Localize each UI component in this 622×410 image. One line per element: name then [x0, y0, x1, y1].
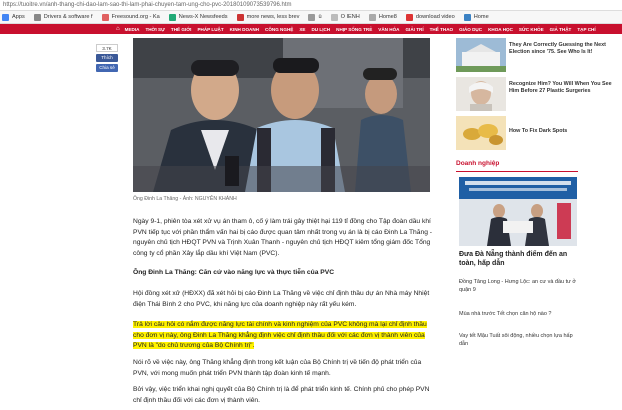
article-paragraph-4: Nói rõ về việc này, ông Thăng khẳng định…: [133, 359, 422, 377]
bookmark-apps[interactable]: Apps: [2, 13, 25, 21]
ceremony-image: [459, 177, 577, 246]
article-photo: [133, 38, 430, 192]
sidebar-link-2[interactable]: Mùa nhà trước Tết chọn căn hộ nào ?: [459, 311, 583, 319]
nav-item-giai-tri[interactable]: GIẢI TRÍ: [405, 27, 423, 32]
site-icon: [101, 13, 109, 21]
ad-title: They Are Correctly Guessing the Next Ele…: [509, 42, 606, 55]
nav-item-xe[interactable]: XE: [299, 27, 305, 32]
bookmark-download-video[interactable]: download video: [405, 13, 455, 21]
site-icon: [463, 13, 471, 21]
article-paragraph-1: Ngày 9-1, phiên tòa xét xử vụ án tham ô,…: [133, 218, 433, 258]
photo-caption: Ông Đinh La Thăng - Ảnh: NGUYỄN KHÁNH: [133, 196, 237, 202]
nav-item-nhip-song-tre[interactable]: NHỊP SỐNG TRẺ: [336, 27, 372, 32]
jewelry-image: [456, 116, 506, 150]
bookmark-more-news[interactable]: more news, less brev: [236, 13, 299, 21]
site-icon: [308, 13, 316, 21]
ad-item-dark-spots[interactable]: How To Fix Dark Spots: [456, 116, 622, 152]
share-button[interactable]: Chia sẻ: [96, 64, 118, 72]
bookmark-freesound[interactable]: Freesound.org - Ka: [101, 13, 160, 21]
bookmark-drivers[interactable]: Drivers & software f: [33, 13, 93, 21]
nav-item-du-lich[interactable]: DU LỊCH: [311, 27, 330, 32]
nav-item-cong-nghe[interactable]: CÔNG NGHỆ: [265, 27, 293, 32]
portrait-image: [456, 77, 506, 111]
article-subheading: Ông Đinh La Thăng: Căn cứ vào năng lực v…: [133, 269, 335, 276]
share-count: 3.7K: [96, 44, 118, 52]
bookmark-home8[interactable]: Home8: [368, 13, 397, 21]
site-icon: [405, 13, 413, 21]
apps-icon: [2, 13, 9, 21]
bookmark-home[interactable]: Home: [463, 13, 489, 21]
ad-thumbnail: [456, 77, 506, 111]
nav-item-van-hoa[interactable]: VĂN HÓA: [378, 27, 399, 32]
nav-item-giao-duc[interactable]: GIÁO DỤC: [459, 27, 482, 32]
section-title[interactable]: Doanh nghiệp: [456, 160, 499, 167]
bookmark-news-x[interactable]: News-X Newsfeeds: [168, 13, 228, 21]
ad-item-surgery[interactable]: Recognize Him? You Will When You See Him…: [456, 77, 622, 113]
share-box: 3.7K Thích Chia sẻ: [96, 44, 118, 74]
ad-title: How To Fix Dark Spots: [509, 128, 568, 134]
nav-item-kinh-doanh[interactable]: KINH DOANH: [230, 27, 259, 32]
ad-thumbnail: [456, 116, 506, 150]
nav-item-gia-that[interactable]: GIẢ THẬT: [550, 27, 572, 32]
article-paragraph-5: Bởi vậy, việc triển khai nghị quyết của …: [133, 386, 430, 404]
site-icon: [236, 13, 244, 21]
home-icon[interactable]: ⌂: [116, 26, 120, 32]
article-paragraph-3: Trả lời câu hỏi có nắm được năng lực tài…: [133, 320, 433, 352]
nav-item-tap-chi[interactable]: TẠP CHÍ: [577, 27, 595, 32]
main-nav: ⌂ MEDIA THỜI SỰ THẾ GIỚI PHÁP LUẬT KINH …: [0, 24, 622, 34]
site-icon: [33, 13, 41, 21]
nav-item-media[interactable]: MEDIA: [125, 27, 140, 32]
courtroom-photo: [133, 38, 430, 192]
bookmark-oienh[interactable]: O IENH: [330, 13, 360, 21]
bookmarks-bar: Apps Drivers & software f Freesound.org …: [0, 11, 622, 24]
bookmark-u[interactable]: ü: [308, 13, 322, 21]
white-house-image: [456, 38, 506, 72]
ad-thumbnail: [456, 38, 506, 72]
address-text: https://tuoitre.vn/anh-thang-chi-dao-lam…: [3, 2, 292, 8]
nav-item-the-gioi[interactable]: THẾ GIỚI: [171, 27, 192, 32]
nav-item-phap-luat[interactable]: PHÁP LUẬT: [197, 27, 223, 32]
site-icon: [168, 13, 176, 21]
ad-item-election[interactable]: They Are Correctly Guessing the Next Ele…: [456, 38, 622, 74]
nav-item-suc-khoe[interactable]: SỨC KHỎE: [519, 27, 544, 32]
sidebar-headline[interactable]: Đưa Đà Nẵng thành điểm đến an toàn, hấp …: [459, 250, 581, 268]
sidebar-link-1[interactable]: Đồng Tâng Long - Hưng Lộc: an cư và đầu …: [459, 279, 583, 295]
article-paragraph-2: Hội đồng xét xử (HĐXX) đã xét hỏi bị cáo…: [133, 290, 430, 308]
address-bar[interactable]: https://tuoitre.vn/anh-thang-chi-dao-lam…: [0, 0, 622, 11]
section-divider: [456, 171, 578, 172]
nav-item-the-thao[interactable]: THỂ THAO: [430, 27, 453, 32]
site-icon: [330, 13, 338, 21]
sidebar-link-3[interactable]: Vay tết Mậu Tuất sôi động, nhiều chọn lự…: [459, 333, 583, 349]
ad-title: Recognize Him? You Will When You See Him…: [509, 81, 612, 94]
highlighted-text: Trả lời câu hỏi có nắm được năng lực tài…: [133, 321, 427, 350]
sidebar-photo[interactable]: [459, 177, 577, 246]
like-button[interactable]: Thích: [96, 54, 118, 62]
nav-item-thoi-su[interactable]: THỜI SỰ: [145, 27, 164, 32]
site-icon: [368, 13, 376, 21]
nav-item-khoa-hoc[interactable]: KHOA HỌC: [488, 27, 513, 32]
